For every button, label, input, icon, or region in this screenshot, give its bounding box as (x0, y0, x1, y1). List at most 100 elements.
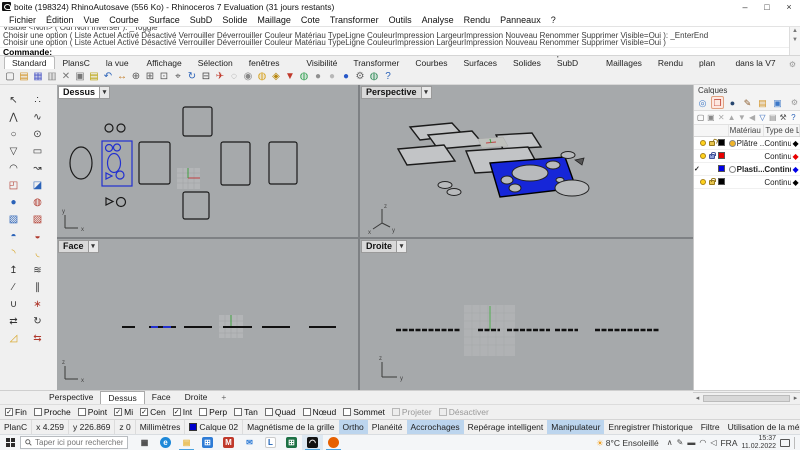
status-enregistrer-l-historique[interactable]: Enregistrer l'historique (604, 420, 696, 434)
show-desktop-button[interactable] (794, 436, 797, 449)
solid-box-icon[interactable]: ▧ (7, 213, 20, 226)
open-file-icon[interactable]: ▤ (17, 70, 31, 84)
options-gear-icon[interactable]: ⚙ (353, 70, 367, 84)
layer-row-4[interactable]: Continu ◆ (694, 176, 800, 189)
scroll-left-icon[interactable]: ◂ (693, 394, 702, 402)
lamp-icon[interactable]: ◍ (255, 70, 269, 84)
solid-cylinder-icon[interactable]: ▨ (31, 213, 44, 226)
osnap-point[interactable]: Point (77, 407, 107, 417)
task-view-icon[interactable]: ▦ (134, 435, 155, 450)
osnap-checkbox[interactable] (438, 408, 447, 416)
maximize-button[interactable]: □ (756, 2, 778, 12)
viewport-tab-dessus[interactable]: Dessus (100, 391, 145, 404)
trim-icon[interactable]: ∕ (7, 281, 20, 294)
menu-outils[interactable]: Outils (384, 15, 417, 25)
menu-analyse[interactable]: Analyse (417, 15, 459, 25)
collapse-icon[interactable]: ◀ (747, 112, 756, 124)
filter-icon[interactable]: ▽ (758, 112, 767, 124)
render-icon[interactable]: ▼ (283, 70, 297, 84)
panel-help-icon[interactable]: ? (789, 112, 798, 124)
toolbar-tab-visibilit[interactable]: Visibilité (298, 56, 345, 69)
menu-solide[interactable]: Solide (217, 15, 252, 25)
osnap-checkbox[interactable]: ✓ (140, 408, 149, 416)
surface-plane-icon[interactable]: ◪ (31, 179, 44, 192)
menu-panneaux[interactable]: Panneaux (495, 15, 546, 25)
toolbar-tab-s-lection[interactable]: Sélection (190, 56, 241, 69)
rotate-view-icon[interactable]: ↻ (185, 70, 199, 84)
osnap-n-ud[interactable]: Nœud (302, 407, 336, 417)
scroll-down-icon[interactable]: ▼ (790, 36, 800, 45)
fillet-icon[interactable]: ◝ (7, 247, 20, 260)
status-millim-tres[interactable]: Millimètres (136, 420, 186, 434)
menu-cote[interactable]: Cote (296, 15, 325, 25)
toolbar-tab-courbes[interactable]: Courbes (407, 56, 455, 69)
rhino-app-icon[interactable]: ◠ (302, 434, 323, 450)
layer-linetype[interactable]: Continu (764, 152, 791, 161)
layer-row-2[interactable]: Continu ◆ (694, 150, 800, 163)
viewport-layout-icon[interactable]: ⊟ (199, 70, 213, 84)
layer-linetype[interactable]: Continu (764, 178, 791, 187)
status-plan-it[interactable]: Planéité (368, 420, 407, 434)
help-icon[interactable]: ? (381, 70, 395, 84)
zoom-window-icon[interactable]: ⊞ (143, 70, 157, 84)
osnap-int[interactable]: ✓ Int (172, 407, 192, 417)
osnap-checkbox[interactable] (234, 408, 243, 416)
viewport-droite[interactable]: Droite ▾ z y (360, 239, 693, 390)
layer-lock-icon[interactable] (708, 139, 718, 148)
osnap-checkbox[interactable] (77, 408, 86, 416)
viewport-tab-face[interactable]: Face (145, 391, 178, 404)
move-layer-up-icon[interactable]: ▲ (727, 112, 736, 124)
layer-material-cell[interactable]: Plasti... (728, 165, 764, 174)
circle-icon[interactable]: ○ (7, 128, 20, 141)
layer-print-color[interactable]: ◆ (791, 178, 800, 187)
layer-lock-icon[interactable] (708, 151, 718, 161)
osnap-checkbox[interactable]: ✓ (114, 408, 123, 416)
toolbar-tab-transformer[interactable]: Transformer (345, 56, 407, 69)
status-y-226-869[interactable]: y 226.869 (69, 420, 116, 434)
tray-weather[interactable]: ☀ 8°C Ensoleillé (592, 436, 663, 450)
viewport-face[interactable]: Face ▾ z x (57, 239, 358, 390)
status-calque-02[interactable]: Calque 02 (185, 420, 244, 434)
osnap-cen[interactable]: ✓ Cen (140, 407, 166, 417)
face-canvas[interactable]: z x (57, 239, 358, 390)
chamfer-icon[interactable]: ◟ (31, 247, 44, 260)
polygon-icon[interactable]: ▽ (7, 145, 20, 158)
osnap-d-sactiver[interactable]: Désactiver (438, 407, 489, 417)
print-icon[interactable]: ▥ (45, 70, 59, 84)
libreoffice-icon[interactable]: L (260, 435, 281, 450)
panel-tab-display-icon[interactable]: ● (726, 96, 739, 109)
viewport-tab-new[interactable]: + (214, 391, 233, 404)
panel-tab-layers-icon[interactable]: ❒ (711, 96, 724, 109)
osnap-perp[interactable]: Perp (199, 407, 227, 417)
viewport-droite-title[interactable]: Droite ▾ (361, 240, 408, 253)
hidden-icons-chevron-icon[interactable]: ∧ (667, 438, 673, 447)
start-button[interactable] (0, 435, 20, 450)
zoom-extents-icon[interactable]: ⌖ (171, 70, 185, 84)
taskbar-clock[interactable]: 15:37 11.02.2022 (741, 435, 776, 450)
shaded-viewport-icon[interactable]: ● (311, 70, 325, 84)
display-mode-icon[interactable]: ◍ (297, 70, 311, 84)
menu-fichier[interactable]: Fichier (4, 15, 41, 25)
viewport-menu-icon[interactable]: ▾ (397, 240, 408, 253)
rotate-icon[interactable]: ↻ (31, 315, 44, 328)
osnap-checkbox[interactable] (199, 408, 208, 416)
command-scrollbar[interactable]: ▲ ▼ (789, 27, 800, 55)
cut-icon[interactable]: ✕ (59, 70, 73, 84)
layer-color-swatch[interactable] (717, 177, 729, 187)
layer-tools-icon[interactable]: ⚒ (778, 112, 787, 124)
menu-item[interactable]: ? (546, 15, 561, 25)
viewport-face-title[interactable]: Face ▾ (58, 240, 99, 253)
status-planc[interactable]: PlanC (0, 420, 33, 434)
menu-courbe[interactable]: Courbe (104, 15, 144, 25)
panel-hscrollbar[interactable]: ◂ ▸ (693, 392, 800, 403)
osnap-checkbox[interactable] (33, 408, 42, 416)
hide-objects-icon[interactable]: ◌ (227, 70, 241, 84)
layer-visibility-bulb-icon[interactable] (699, 152, 709, 161)
move-layer-down-icon[interactable]: ▼ (737, 112, 746, 124)
copy-icon[interactable]: ▣ (73, 70, 87, 84)
polyline-icon[interactable]: ⋀ (7, 111, 20, 124)
pan-view-icon[interactable]: ↔ (115, 70, 129, 84)
undo-view-change-icon[interactable]: ✈ (213, 70, 227, 84)
new-file-icon[interactable]: ▢ (3, 70, 17, 84)
rendered-viewport-icon[interactable]: ● (339, 70, 353, 84)
